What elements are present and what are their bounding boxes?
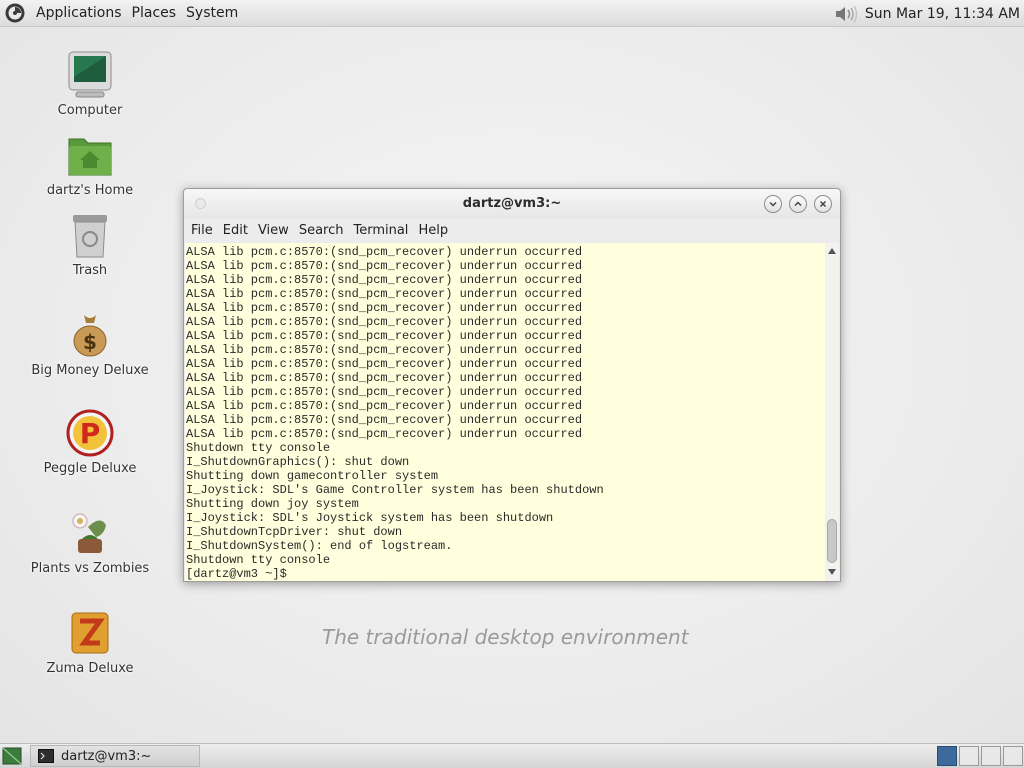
terminal-line: ALSA lib pcm.c:8570:(snd_pcm_recover) un… <box>186 315 583 329</box>
computer-icon <box>68 51 112 98</box>
distro-logo-icon[interactable] <box>4 2 26 24</box>
terminal-line: ALSA lib pcm.c:8570:(snd_pcm_recover) un… <box>186 301 583 315</box>
desktop-icon-home[interactable]: dartz's Home <box>25 131 155 198</box>
desktop-icon-peggle[interactable]: P Peggle Deluxe <box>25 409 155 476</box>
desktop-icon-label: Peggle Deluxe <box>43 461 137 476</box>
peggle-icon: P <box>66 409 114 457</box>
system-menu[interactable]: System <box>181 0 243 27</box>
terminal-line: ALSA lib pcm.c:8570:(snd_pcm_recover) un… <box>186 245 583 259</box>
svg-text:P: P <box>80 417 101 450</box>
terminal-line: I_Joystick: SDL's Game Controller system… <box>186 483 604 497</box>
terminal-icon <box>38 749 54 763</box>
desktop-icon-label: Computer <box>57 103 123 118</box>
scroll-thumb[interactable] <box>827 519 837 563</box>
terminal-line: ALSA lib pcm.c:8570:(snd_pcm_recover) un… <box>186 385 583 399</box>
terminal-scrollbar[interactable] <box>825 243 839 581</box>
terminal-line: ALSA lib pcm.c:8570:(snd_pcm_recover) un… <box>186 259 583 273</box>
terminal-line: Shutting down gamecontroller system <box>186 469 439 483</box>
menu-search[interactable]: Search <box>294 219 349 242</box>
terminal-line: Shutdown tty console <box>186 553 331 567</box>
desktop-icon-label: Trash <box>72 263 108 278</box>
terminal-line: ALSA lib pcm.c:8570:(snd_pcm_recover) un… <box>186 357 583 371</box>
menu-terminal[interactable]: Terminal <box>348 219 413 242</box>
terminal-line: Shutting down joy system <box>186 497 359 511</box>
clock[interactable]: Sun Mar 19, 11:34 AM <box>865 6 1024 22</box>
terminal-line: ALSA lib pcm.c:8570:(snd_pcm_recover) un… <box>186 273 583 287</box>
window-menu-icon[interactable] <box>195 198 206 209</box>
desktop-icon-computer[interactable]: Computer <box>25 51 155 118</box>
applications-menu[interactable]: Applications <box>31 0 127 27</box>
chevron-up-icon <box>794 201 802 207</box>
home-folder-icon <box>68 138 112 176</box>
window-controls <box>764 195 832 213</box>
taskbar-terminal-button[interactable]: dartz@vm3:~ <box>30 745 200 767</box>
terminal-line: I_ShutdownGraphics(): shut down <box>186 455 410 469</box>
bottom-panel: dartz@vm3:~ <box>0 743 1024 768</box>
zuma-icon <box>71 612 109 654</box>
trash-icon <box>73 215 107 258</box>
terminal-window[interactable]: dartz@vm3:~ File Edit View Search Termin… <box>183 188 841 582</box>
terminal-line: ALSA lib pcm.c:8570:(snd_pcm_recover) un… <box>186 413 583 427</box>
terminal-line: ALSA lib pcm.c:8570:(snd_pcm_recover) un… <box>186 343 583 357</box>
scroll-down-icon[interactable] <box>828 569 836 575</box>
taskbar-label: dartz@vm3:~ <box>61 748 152 764</box>
terminal-line: I_ShutdownTcpDriver: shut down <box>186 525 403 539</box>
desktop-icon-label: Zuma Deluxe <box>46 661 134 676</box>
workspace-1[interactable] <box>937 746 957 766</box>
terminal-titlebar[interactable]: dartz@vm3:~ <box>184 189 840 219</box>
desktop-icon-label: Plants vs Zombies <box>30 561 150 576</box>
menu-edit[interactable]: Edit <box>218 219 253 242</box>
close-button[interactable] <box>814 195 832 213</box>
volume-icon[interactable] <box>833 5 859 23</box>
show-desktop-icon[interactable] <box>2 747 22 765</box>
terminal-line: ALSA lib pcm.c:8570:(snd_pcm_recover) un… <box>186 329 583 343</box>
menu-help[interactable]: Help <box>413 219 453 242</box>
top-panel: Applications Places System Sun Mar 19, 1… <box>0 0 1024 27</box>
close-icon <box>819 200 827 208</box>
desktop-icon-pvz[interactable]: Plants vs Zombies <box>25 509 155 576</box>
terminal-output: ALSA lib pcm.c:8570:(snd_pcm_recover) un… <box>186 245 826 581</box>
desktop-icon-zuma[interactable]: Zuma Deluxe <box>25 609 155 676</box>
minimize-button[interactable] <box>764 195 782 213</box>
terminal-line: I_Joystick: SDL's Joystick system has be… <box>186 511 554 525</box>
desktop-icon-trash[interactable]: Trash <box>25 211 155 278</box>
plants-vs-zombies-icon <box>72 513 106 553</box>
scroll-up-icon[interactable] <box>828 248 836 254</box>
terminal-menubar: File Edit View Search Terminal Help <box>184 219 840 242</box>
desktop-icon-big-money[interactable]: $ Big Money Deluxe <box>25 311 155 378</box>
desktop-tagline: The traditional desktop environment <box>322 625 689 649</box>
panel-tray: Sun Mar 19, 11:34 AM <box>833 0 1024 27</box>
terminal-output-area[interactable]: ALSA lib pcm.c:8570:(snd_pcm_recover) un… <box>185 243 839 581</box>
menu-view[interactable]: View <box>253 219 294 242</box>
chevron-down-icon <box>769 201 777 207</box>
workspace-4[interactable] <box>1003 746 1023 766</box>
places-menu[interactable]: Places <box>127 0 182 27</box>
workspace-3[interactable] <box>981 746 1001 766</box>
terminal-line: I_ShutdownSystem(): end of logstream. <box>186 539 453 553</box>
terminal-line: Shutdown tty console <box>186 441 331 455</box>
terminal-line: ALSA lib pcm.c:8570:(snd_pcm_recover) un… <box>186 371 583 385</box>
terminal-line: ALSA lib pcm.c:8570:(snd_pcm_recover) un… <box>186 399 583 413</box>
desktop-icon-label: Big Money Deluxe <box>31 363 149 378</box>
terminal-line: [dartz@vm3 ~]$ <box>186 567 295 581</box>
terminal-line: ALSA lib pcm.c:8570:(snd_pcm_recover) un… <box>186 427 583 441</box>
svg-text:$: $ <box>83 330 97 354</box>
workspace-2[interactable] <box>959 746 979 766</box>
terminal-line: ALSA lib pcm.c:8570:(snd_pcm_recover) un… <box>186 287 583 301</box>
maximize-button[interactable] <box>789 195 807 213</box>
money-bag-icon: $ <box>73 315 107 357</box>
menu-file[interactable]: File <box>186 219 218 242</box>
desktop-icon-label: dartz's Home <box>46 183 134 198</box>
window-title: dartz@vm3:~ <box>462 196 562 211</box>
